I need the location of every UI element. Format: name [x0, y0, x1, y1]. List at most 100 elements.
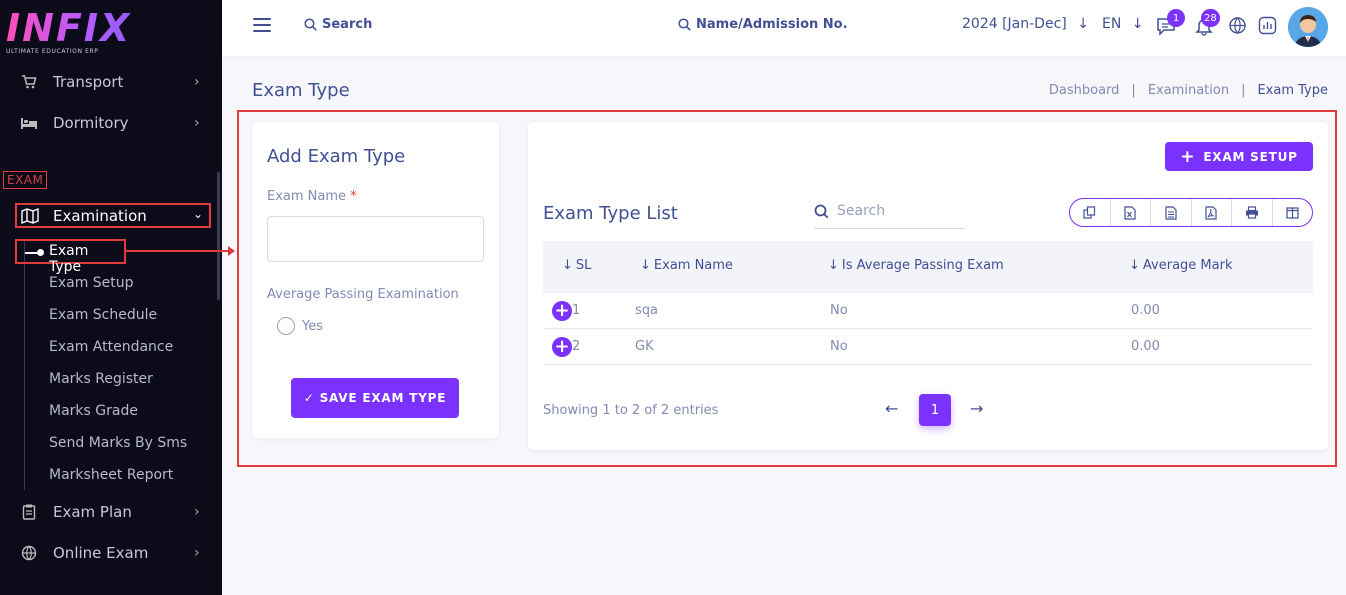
table-header: ↓ SL ↓ Exam Name ↓ Is Average Passing Exam …	[543, 241, 1313, 293]
exam-type-table: ↓ SL ↓ Exam Name ↓ Is Average Passing Exam …	[543, 241, 1313, 365]
column-header-avg-passing[interactable]: ↓ Is Average Passing Exam	[828, 258, 1004, 273]
sidebar-subitem-send-marks-by-sms[interactable]: Send Marks By Sms	[49, 435, 187, 451]
topbar: Search Name/Admission No. 2024 [Jan-Dec]…	[222, 0, 1346, 56]
check-icon: ✓	[303, 391, 315, 405]
cell-sl: 1	[572, 303, 581, 318]
plus-icon: +	[1180, 146, 1196, 167]
print-icon[interactable]	[1231, 199, 1272, 226]
exam-name-label-text: Exam Name	[267, 189, 347, 204]
sidebar-subitem-exam-attendance[interactable]: Exam Attendance	[49, 339, 173, 355]
chat-badge: 1	[1167, 9, 1185, 27]
cell-avg-mark: 0.00	[1131, 303, 1160, 318]
column-header-label: Is Average Passing Exam	[841, 258, 1004, 273]
csv-icon[interactable]	[1150, 199, 1191, 226]
cell-exam-name: sqa	[635, 303, 658, 318]
sidebar-item-exam-plan[interactable]: Exam Plan ›	[0, 494, 222, 530]
active-dot	[37, 249, 44, 256]
globe-icon[interactable]	[1228, 16, 1248, 36]
sidebar: INFIX ULTIMATE EDUCATION ERP Transport ›…	[0, 0, 222, 595]
globe-icon	[20, 544, 38, 562]
required-mark: *	[350, 189, 357, 204]
sidebar-subitem-marks-register[interactable]: Marks Register	[49, 371, 153, 387]
save-exam-type-button[interactable]: ✓ SAVE EXAM TYPE	[291, 378, 459, 418]
sidebar-item-online-exam[interactable]: Online Exam ›	[0, 535, 222, 571]
export-toolbar	[1069, 198, 1313, 227]
annotation-arrow-head	[228, 246, 235, 256]
sidebar-subitem-exam-schedule[interactable]: Exam Schedule	[49, 307, 157, 323]
pagination-prev-icon[interactable]: ←	[885, 399, 898, 418]
exam-setup-button[interactable]: + EXAM SETUP	[1165, 142, 1313, 171]
language-select[interactable]: EN ↓	[1102, 16, 1144, 32]
top-search-label: Search	[322, 17, 373, 32]
arrow-down-icon: ↓	[1077, 16, 1089, 32]
sidebar-item-transport[interactable]: Transport ›	[0, 64, 222, 100]
submenu-line	[24, 240, 25, 490]
column-header-exam-name[interactable]: ↓ Exam Name	[640, 258, 733, 273]
column-header-sl[interactable]: ↓ SL	[562, 258, 591, 273]
academic-year-select[interactable]: 2024 [Jan-Dec] ↓	[962, 16, 1089, 32]
chevron-right-icon: ›	[194, 545, 200, 561]
add-exam-type-card: Add Exam Type Exam Name * Average Passin…	[252, 122, 499, 438]
chevron-down-icon: ⌄	[192, 207, 203, 221]
chevron-right-icon: ›	[194, 74, 200, 90]
sidebar-subitem-exam-type[interactable]: Exam Type	[15, 239, 126, 275]
exam-type-list-card: + EXAM SETUP Exam Type List Search ↓ SL ↓…	[528, 122, 1328, 450]
avg-passing-label: Average Passing Examination	[267, 287, 459, 302]
columns-icon[interactable]	[1271, 199, 1313, 226]
avg-passing-yes-option[interactable]: Yes	[277, 317, 323, 335]
pagination-page-current[interactable]: 1	[919, 394, 951, 426]
showing-entries-text: Showing 1 to 2 of 2 entries	[543, 403, 719, 418]
list-search-input[interactable]: Search	[814, 194, 965, 229]
breadcrumb-examination[interactable]: Examination	[1148, 83, 1229, 98]
excel-icon[interactable]	[1109, 199, 1151, 226]
chart-icon[interactable]	[1258, 16, 1278, 36]
table-row: + 1 sqa No 0.00	[543, 293, 1313, 329]
breadcrumb: Dashboard | Examination | Exam Type	[1049, 83, 1328, 98]
save-button-label: SAVE EXAM TYPE	[319, 391, 447, 405]
cart-icon	[20, 73, 38, 91]
chevron-right-icon: ›	[194, 115, 200, 131]
sidebar-item-dormitory[interactable]: Dormitory ›	[0, 105, 222, 141]
sidebar-item-label: Exam Plan	[53, 503, 132, 521]
sidebar-scrollbar[interactable]	[217, 172, 220, 300]
sort-arrow-icon: ↓	[1129, 258, 1140, 273]
avatar[interactable]	[1288, 7, 1328, 47]
avg-passing-yes-radio[interactable]	[277, 317, 295, 335]
breadcrumb-dashboard[interactable]: Dashboard	[1049, 83, 1120, 98]
pdf-icon[interactable]	[1190, 199, 1232, 226]
exam-name-input[interactable]	[267, 216, 484, 262]
search-placeholder: Search	[837, 203, 886, 219]
top-search[interactable]: Search	[304, 17, 372, 32]
academic-year-value: 2024 [Jan-Dec]	[962, 16, 1067, 32]
sidebar-item-examination[interactable]: Examination ⌄	[15, 203, 211, 228]
expand-row-icon[interactable]: +	[552, 337, 572, 357]
notification-badge: 28	[1201, 9, 1220, 27]
pagination-next-icon[interactable]: →	[970, 399, 983, 418]
logo: INFIX ULTIMATE EDUCATION ERP	[6, 8, 146, 64]
sidebar-subitem-marksheet-report[interactable]: Marksheet Report	[49, 467, 173, 483]
map-icon	[21, 207, 39, 228]
name-admission-search[interactable]: Name/Admission No.	[678, 17, 848, 32]
sort-arrow-icon: ↓	[640, 258, 651, 273]
chevron-right-icon: ›	[194, 504, 200, 520]
sidebar-subitem-marks-grade[interactable]: Marks Grade	[49, 403, 138, 419]
sort-arrow-icon: ↓	[562, 258, 573, 273]
exam-setup-label: EXAM SETUP	[1203, 149, 1298, 164]
breadcrumb-current: Exam Type	[1257, 83, 1328, 98]
column-header-avg-mark[interactable]: ↓ Average Mark	[1129, 258, 1232, 273]
search-icon	[678, 18, 691, 31]
column-header-label: SL	[575, 258, 592, 273]
radio-label: Yes	[302, 318, 323, 334]
copy-icon[interactable]	[1070, 199, 1110, 226]
expand-row-icon[interactable]: +	[552, 301, 572, 321]
sidebar-item-label: Dormitory	[53, 114, 129, 132]
search-icon	[814, 204, 829, 218]
sidebar-item-label: Examination	[53, 207, 147, 225]
cell-avg-mark: 0.00	[1131, 339, 1160, 354]
hamburger-menu-icon[interactable]	[253, 18, 271, 32]
clipboard-icon	[20, 503, 38, 521]
sidebar-subitem-exam-setup[interactable]: Exam Setup	[49, 275, 134, 291]
exam-name-label: Exam Name *	[267, 189, 357, 204]
sort-arrow-icon: ↓	[828, 258, 839, 273]
sidebar-item-label: Transport	[53, 73, 124, 91]
